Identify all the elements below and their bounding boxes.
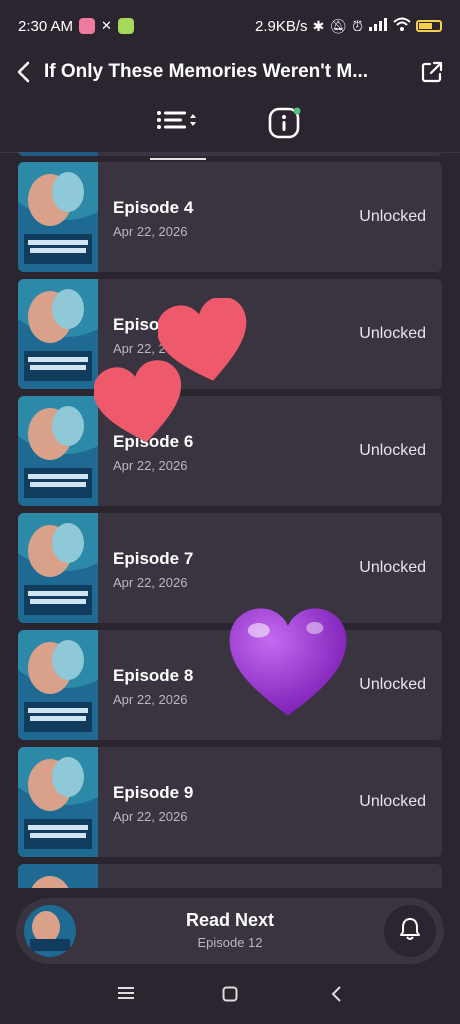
episode-date: Apr 22, 2026	[113, 809, 188, 824]
chevron-left-icon[interactable]	[16, 61, 30, 83]
bluetooth-icon: ✱	[312, 17, 325, 34]
status-bar: 2:30 AM ✕ 2.9KB/s ✱ 🔕︎ ⏰︎	[0, 0, 460, 52]
episode-title: Episode 9	[113, 783, 194, 802]
list-item[interactable]: Episode 9 Apr 22, 2026 Unlocked	[18, 747, 442, 857]
episode-title: Episode 4	[113, 198, 194, 217]
bell-icon	[399, 917, 421, 946]
episode-thumbnail	[18, 396, 98, 506]
top-app-bar: If Only These Memories Weren't M...	[0, 52, 460, 92]
app-notification-icon	[117, 18, 134, 34]
episode-date: Apr 22, 2026	[113, 458, 188, 473]
episode-date: Apr 22, 2026	[113, 692, 188, 707]
mute-icon: 🔕︎	[329, 17, 348, 34]
signal-icon	[368, 17, 388, 35]
episode-status: Unlocked	[359, 208, 426, 225]
list-item[interactable]: Episode 6 Apr 22, 2026 Unlocked	[18, 396, 442, 506]
back-icon[interactable]	[330, 986, 342, 1007]
episode-date: Apr 22, 2026	[113, 224, 188, 239]
list-item[interactable]	[18, 152, 442, 156]
alarm-icon: ⏰︎	[352, 17, 363, 34]
episode-status: Unlocked	[359, 325, 426, 342]
episode-status: Unlocked	[359, 442, 426, 459]
episode-thumbnail	[18, 162, 98, 272]
tab-info[interactable]	[268, 106, 302, 145]
home-icon[interactable]	[222, 986, 238, 1007]
episode-list[interactable]: Episode 4 Apr 22, 2026 Unlocked Episode …	[18, 152, 442, 888]
episode-status: Unlocked	[359, 559, 426, 576]
episode-status: Unlocked	[359, 793, 426, 810]
episode-title: Episode 7	[113, 549, 194, 568]
episode-status: Unlocked	[359, 676, 426, 693]
episode-title: Episode 8	[113, 666, 194, 685]
episode-thumbnail	[18, 747, 98, 857]
wifi-icon	[393, 17, 411, 35]
tab-episode-list[interactable]	[150, 108, 206, 160]
list-item[interactable]: Episode 4 Apr 22, 2026 Unlocked	[18, 162, 442, 272]
episode-date: Apr 22, 2026	[113, 575, 188, 590]
info-icon	[268, 107, 302, 144]
open-external-icon[interactable]	[420, 60, 444, 84]
episode-thumbnail	[18, 864, 98, 888]
status-time: 2:30 AM	[18, 17, 74, 35]
read-next-bar[interactable]: Read Next Episode 12	[16, 898, 444, 964]
episode-thumbnail	[18, 630, 98, 740]
battery-icon	[416, 20, 442, 32]
menu-icon[interactable]	[118, 986, 134, 1005]
episode-list-sort-icon	[156, 108, 200, 150]
tab-bar	[0, 98, 460, 160]
page-title: If Only These Memories Weren't M...	[44, 61, 369, 82]
read-next-episode: Episode 12	[197, 935, 263, 950]
network-speed: 2.9KB/s	[255, 17, 308, 35]
heart-icon	[229, 608, 347, 716]
app-notification-icon	[79, 18, 96, 34]
episode-thumbnail	[18, 279, 98, 389]
list-item[interactable]	[18, 864, 442, 888]
episode-thumbnail	[18, 152, 98, 156]
episode-thumbnail	[18, 513, 98, 623]
close-icon: ✕	[101, 18, 112, 33]
system-nav-bar	[0, 976, 460, 1016]
read-next-label: Read Next	[185, 910, 275, 930]
heart-icon	[94, 360, 182, 443]
notification-bell-button[interactable]	[384, 905, 436, 957]
